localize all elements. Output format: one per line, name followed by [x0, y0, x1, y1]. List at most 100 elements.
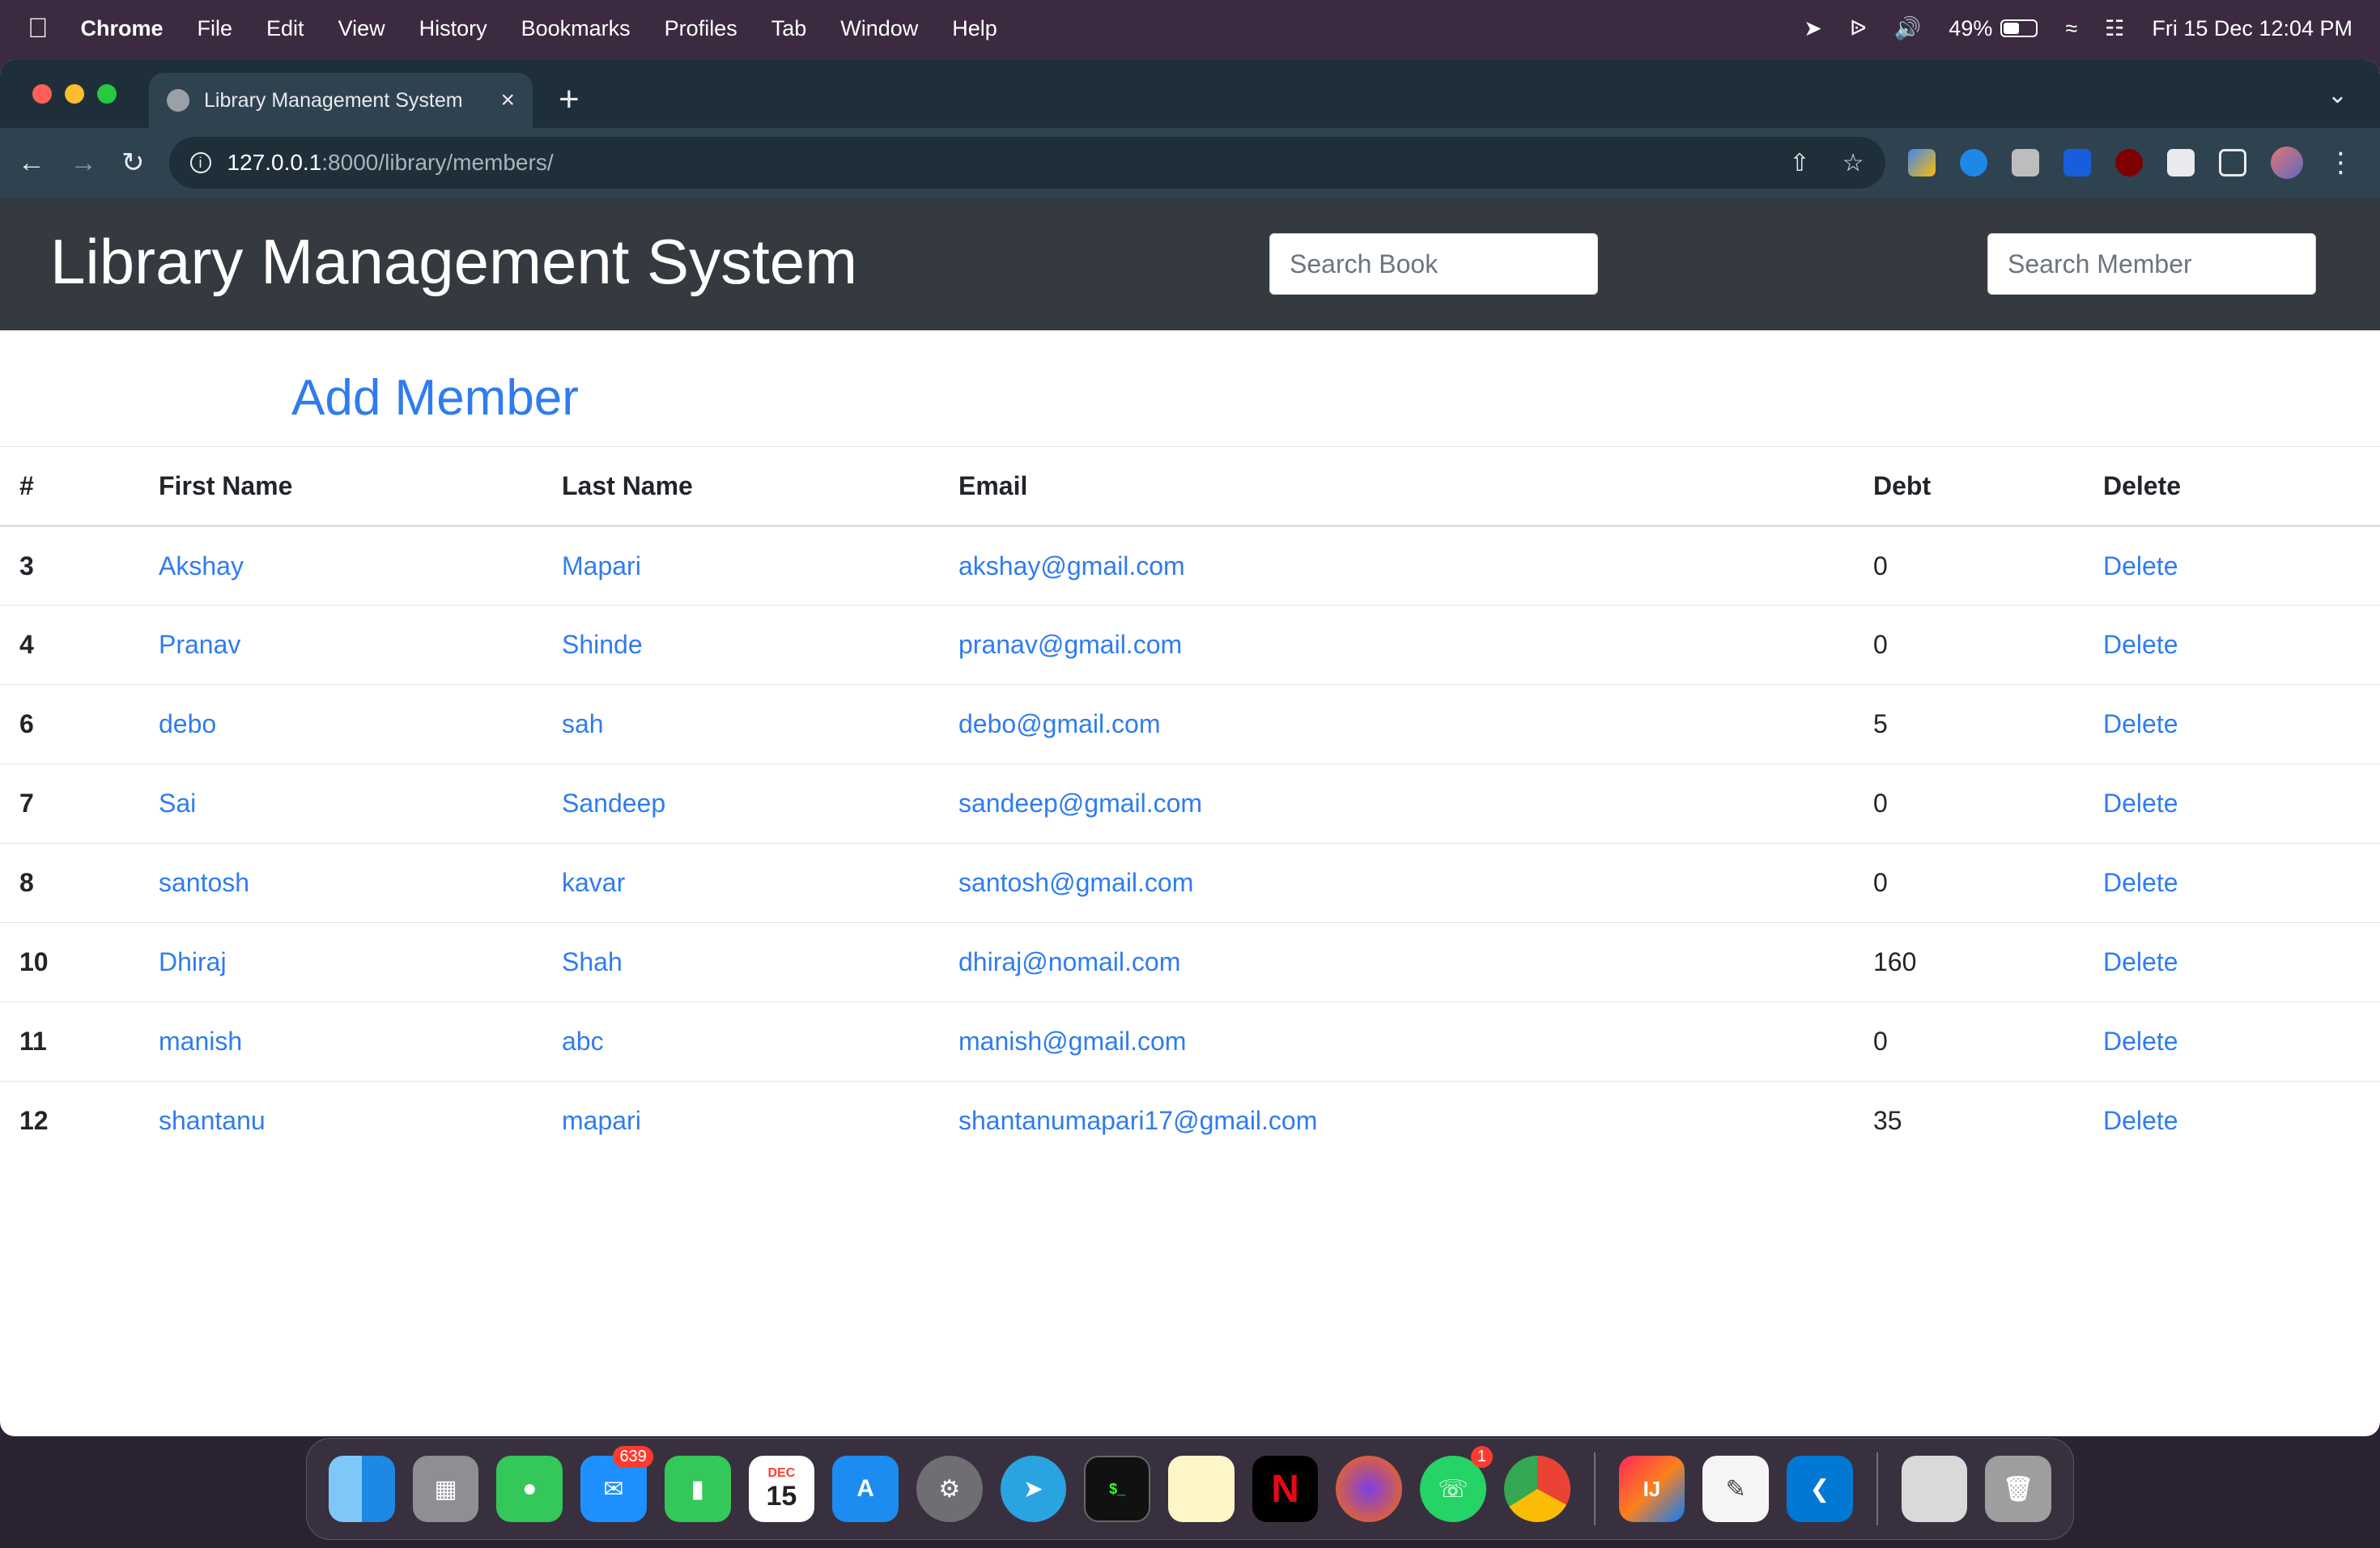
tab-library[interactable]: Library Management System × [149, 73, 533, 128]
member-last-name-link[interactable]: abc [562, 1027, 604, 1056]
preview-icon[interactable] [1901, 1456, 1968, 1522]
launchpad-icon[interactable]: ▦ [412, 1456, 479, 1522]
member-email-link[interactable]: pranav@gmail.com [958, 630, 1182, 659]
extension-gray-icon[interactable] [2011, 149, 2039, 176]
member-last-name-link[interactable]: Mapari [562, 551, 641, 580]
delete-member-link[interactable]: Delete [2103, 868, 2178, 897]
extensions-puzzle-icon[interactable] [2166, 149, 2195, 176]
delete-member-link[interactable]: Delete [2103, 789, 2178, 818]
member-last-name-link[interactable]: Sandeep [562, 789, 665, 818]
member-email-link[interactable]: shantanumapari17@gmail.com [958, 1106, 1317, 1135]
member-email-link[interactable]: santosh@gmail.com [958, 868, 1193, 897]
page-title[interactable]: Library Management System [50, 225, 857, 299]
apple-icon[interactable]:  [28, 13, 49, 45]
netflix-icon[interactable]: N [1252, 1456, 1319, 1522]
menu-tab[interactable]: Tab [771, 16, 807, 41]
intellij-icon[interactable]: IJ [1618, 1456, 1685, 1522]
member-first-name-link[interactable]: debo [159, 709, 216, 738]
search-book-input[interactable] [1269, 233, 1598, 295]
minimize-window-button[interactable] [65, 84, 84, 104]
mail-icon[interactable]: ✉ 639 [580, 1446, 653, 1522]
finder-icon[interactable] [329, 1456, 395, 1522]
delete-member-link[interactable]: Delete [2103, 1106, 2178, 1135]
location-icon[interactable]: ➤ [1804, 16, 1822, 41]
member-email-link[interactable]: sandeep@gmail.com [958, 789, 1202, 818]
close-window-button[interactable] [32, 84, 52, 104]
whatsapp-icon[interactable]: ☏ 1 [1420, 1446, 1493, 1522]
menu-app-name[interactable]: Chrome [81, 16, 164, 41]
menu-view[interactable]: View [338, 16, 385, 41]
ublock-icon[interactable] [2114, 149, 2143, 176]
control-center-icon[interactable]: ☷ [2105, 16, 2124, 41]
bitwarden-icon[interactable] [2063, 149, 2091, 176]
member-last-name-link[interactable]: mapari [562, 1106, 641, 1135]
calendar-icon[interactable]: DEC 15 [748, 1456, 815, 1522]
menu-file[interactable]: File [198, 16, 233, 41]
member-last-name-link[interactable]: sah [562, 709, 604, 738]
menu-history[interactable]: History [419, 16, 487, 41]
forward-icon[interactable]: → [70, 147, 97, 179]
facetime-icon[interactable]: ▮ [664, 1456, 731, 1522]
member-first-name-link[interactable]: Sai [159, 789, 196, 818]
member-debt: 35 [1873, 1106, 1902, 1136]
menu-help[interactable]: Help [952, 16, 997, 41]
back-icon[interactable]: ← [18, 147, 45, 179]
member-last-name-link[interactable]: Shah [562, 947, 623, 976]
delete-member-link[interactable]: Delete [2103, 709, 2178, 738]
delete-member-link[interactable]: Delete [2103, 1027, 2178, 1056]
member-debt: 0 [1873, 763, 2103, 844]
share-icon[interactable]: ⇧ [1789, 149, 1809, 177]
member-last-name-link[interactable]: kavar [562, 868, 625, 897]
mail-badge: 639 [613, 1446, 653, 1468]
battery-status[interactable]: 49% [1949, 16, 2038, 41]
notes-icon[interactable] [1168, 1456, 1235, 1522]
vscode-icon[interactable]: ❮ [1786, 1456, 1853, 1522]
site-info-icon[interactable]: i [189, 152, 211, 173]
member-first-name-link[interactable]: shantanu [159, 1106, 266, 1135]
address-bar[interactable]: i 127.0.0.1:8000/library/members/ ⇧ ☆ [168, 137, 1885, 189]
member-email-link[interactable]: manish@gmail.com [958, 1027, 1186, 1056]
trash-icon[interactable]: 🗑 [1985, 1456, 2052, 1522]
member-email-link[interactable]: akshay@gmail.com [958, 551, 1185, 580]
menu-edit[interactable]: Edit [266, 16, 304, 41]
chrome-icon[interactable] [1503, 1456, 1570, 1522]
delete-member-link[interactable]: Delete [2103, 551, 2178, 580]
clock[interactable]: Fri 15 Dec 12:04 PM [2152, 16, 2352, 41]
add-member-link[interactable]: Add Member [291, 369, 579, 427]
tab-search-icon[interactable]: ⌄ [2327, 81, 2348, 109]
telegram-icon[interactable]: ➤ [1000, 1456, 1067, 1522]
menu-bookmarks[interactable]: Bookmarks [521, 16, 631, 41]
member-email-link[interactable]: dhiraj@nomail.com [958, 947, 1180, 976]
extension-diamond-icon[interactable] [1959, 149, 1987, 176]
app-store-icon[interactable]: A [832, 1456, 899, 1522]
member-first-name-link[interactable]: Dhiraj [159, 947, 227, 976]
reload-icon[interactable]: ↻ [121, 147, 145, 179]
menu-window[interactable]: Window [840, 16, 918, 41]
member-first-name-link[interactable]: Akshay [159, 551, 244, 580]
new-tab-button[interactable]: + [559, 79, 580, 120]
member-first-name-link[interactable]: manish [159, 1027, 242, 1056]
profile-avatar[interactable] [2270, 147, 2303, 179]
member-first-name-link[interactable]: santosh [159, 868, 249, 897]
search-member-input[interactable] [1987, 233, 2316, 295]
volume-icon[interactable]: 🔊 [1894, 15, 1922, 41]
bookmark-star-icon[interactable]: ☆ [1842, 149, 1864, 177]
system-settings-icon[interactable]: ⚙ [916, 1456, 983, 1522]
zoom-window-button[interactable] [97, 84, 117, 104]
bluetooth-icon[interactable]: ᐉ [1850, 16, 1867, 41]
member-last-name-link[interactable]: Shinde [562, 630, 643, 659]
terminal-icon[interactable]: $_ [1084, 1456, 1151, 1522]
delete-member-link[interactable]: Delete [2103, 630, 2178, 659]
close-tab-icon[interactable]: × [500, 87, 515, 114]
side-panel-icon[interactable] [2218, 149, 2246, 176]
more-menu-icon[interactable]: ⋮ [2327, 147, 2355, 179]
member-email-link[interactable]: debo@gmail.com [958, 709, 1160, 738]
wifi-icon[interactable]: ≈ [2065, 16, 2077, 41]
textedit-icon[interactable]: ✎ [1702, 1456, 1769, 1522]
member-first-name-link[interactable]: Pranav [159, 630, 240, 659]
delete-member-link[interactable]: Delete [2103, 947, 2178, 976]
menu-profiles[interactable]: Profiles [665, 16, 737, 41]
firefox-icon[interactable] [1336, 1456, 1403, 1522]
messages-icon[interactable]: ● [496, 1456, 563, 1522]
extension-photos-icon[interactable] [1907, 149, 1936, 176]
